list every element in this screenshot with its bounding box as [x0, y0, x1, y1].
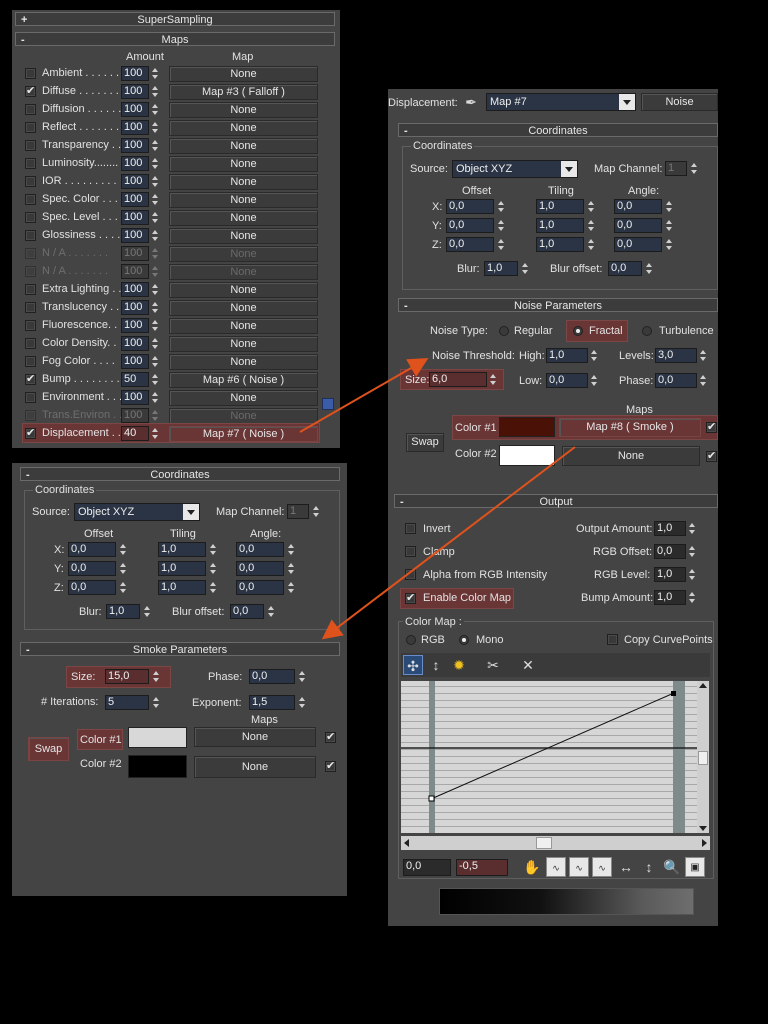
annotation-arrows	[299, 358, 576, 640]
arrow-color1-to-smoke	[321, 446, 576, 640]
arrow-displacement-to-noise	[299, 358, 429, 433]
